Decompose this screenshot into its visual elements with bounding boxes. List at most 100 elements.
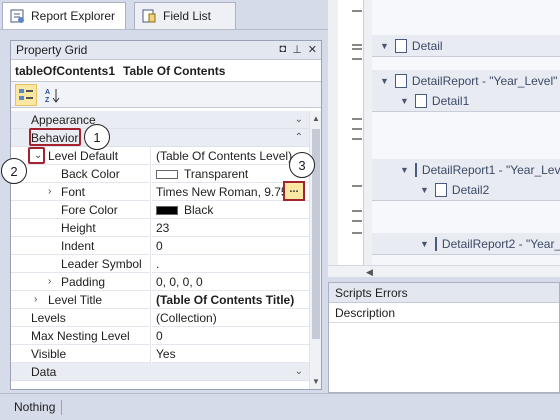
collapse-triangle-icon[interactable]: ▼: [400, 96, 409, 106]
band-icon: [394, 73, 407, 88]
expand-chevron-icon[interactable]: ›: [34, 291, 37, 309]
chevron-up-icon: ⌃: [294, 132, 303, 143]
property-value[interactable]: (Collection): [152, 309, 309, 327]
band-label: DetailReport - "Year_Level": [411, 73, 558, 88]
tab-field-list-label: Field List: [163, 9, 212, 23]
property-value[interactable]: (Table Of Contents Title): [152, 291, 309, 309]
band-icon: [414, 93, 427, 108]
description-column-header[interactable]: Description: [329, 303, 559, 323]
band-detail[interactable]: ▼ Detail: [372, 35, 560, 57]
property-row-height[interactable]: Height 23: [11, 219, 309, 237]
property-grid-toolbar: AZ: [11, 82, 321, 108]
collapse-triangle-icon[interactable]: ▼: [380, 76, 389, 86]
report-designer-surface: ▼ Detail ▼ DetailReport - "Year_Level" ▼…: [328, 0, 560, 265]
scripts-errors-panel: Scripts Errors Description: [328, 282, 560, 393]
callout-1: 1: [84, 124, 110, 150]
expand-chevron-icon[interactable]: ›: [48, 273, 51, 291]
scroll-left-icon[interactable]: ◀: [366, 266, 373, 278]
property-value[interactable]: .: [152, 255, 309, 273]
property-row-font[interactable]: Font › Times New Roman, 9.75pt: [11, 183, 309, 201]
color-value: Transparent: [184, 167, 249, 181]
close-icon[interactable]: ✕: [308, 43, 317, 56]
collapse-triangle-icon[interactable]: ▼: [400, 165, 409, 175]
property-value[interactable]: 23: [152, 219, 309, 237]
scripts-errors-title: Scripts Errors: [329, 283, 559, 303]
category-label: Data: [11, 363, 309, 381]
property-value[interactable]: 0: [152, 327, 309, 345]
property-grid-scrollbar[interactable]: ▲ ▼: [309, 111, 321, 389]
collapse-triangle-icon[interactable]: ▼: [380, 41, 389, 51]
top-tab-strip: Report Explorer Field List: [0, 0, 328, 30]
report-explorer-icon: [9, 8, 25, 24]
property-row-back-color[interactable]: Back Color Transparent: [11, 165, 309, 183]
pin-icon[interactable]: ⊥: [292, 43, 302, 56]
band-detail-report2[interactable]: ▼ DetailReport2 - "Year_: [372, 233, 560, 255]
property-row-leader-symbol[interactable]: Leader Symbol .: [11, 255, 309, 273]
selected-object-bar[interactable]: tableOfContents1 Table Of Contents: [11, 60, 321, 82]
alphabetical-sort-button[interactable]: AZ: [41, 84, 63, 106]
expand-chevron-icon[interactable]: ›: [48, 183, 51, 201]
band-detail-report[interactable]: ▼ DetailReport - "Year_Level": [372, 70, 560, 92]
color-value: Black: [184, 203, 214, 217]
left-dock: Report Explorer Field List Property Grid…: [0, 0, 328, 393]
property-name: Back Color: [11, 165, 151, 183]
band-detail-report1[interactable]: ▼ DetailReport1 - "Year_Level: [372, 159, 560, 181]
band-label: DetailReport2 - "Year_: [441, 236, 560, 251]
band-label: Detail: [411, 38, 443, 53]
object-name: tableOfContents1: [15, 63, 116, 78]
band-label: Detail1: [431, 93, 470, 108]
property-name: Indent: [11, 237, 151, 255]
property-value[interactable]: Black: [152, 201, 309, 219]
status-text: Nothing: [14, 400, 56, 414]
tab-report-explorer-label: Report Explorer: [31, 9, 116, 23]
property-row-levels[interactable]: Levels (Collection): [11, 309, 309, 327]
band-icon: [394, 38, 407, 53]
property-grid-title: Property Grid: [16, 43, 88, 57]
band-detail2[interactable]: ▼ Detail2: [372, 179, 560, 201]
property-name: Fore Color: [11, 201, 151, 219]
collapse-triangle-icon[interactable]: ▼: [420, 185, 429, 195]
property-row-level-default[interactable]: Level Default ⌄ (Table Of Contents Level…: [11, 147, 309, 165]
band-icon: [434, 182, 447, 197]
collapse-triangle-icon[interactable]: ▼: [420, 239, 429, 249]
vertical-ruler: [338, 0, 364, 265]
field-list-icon: [141, 8, 157, 24]
property-name: Levels: [11, 309, 151, 327]
tab-report-explorer[interactable]: Report Explorer: [2, 2, 126, 29]
panel-menu-icon[interactable]: ◘: [280, 43, 287, 56]
property-value[interactable]: Yes: [152, 345, 309, 363]
property-row-padding[interactable]: Padding › 0, 0, 0, 0: [11, 273, 309, 291]
callout-2: 2: [1, 158, 27, 184]
property-row-max-nesting-level[interactable]: Max Nesting Level 0: [11, 327, 309, 345]
band-icon: [414, 162, 417, 177]
band-detail1[interactable]: ▼ Detail1: [372, 90, 560, 112]
scroll-up-icon[interactable]: ▲: [312, 114, 320, 123]
expander-highlight-box: [28, 147, 45, 164]
status-separator: [61, 400, 62, 415]
property-value[interactable]: 0: [152, 237, 309, 255]
property-value[interactable]: (Table Of Contents Level): [152, 147, 309, 165]
property-row-visible[interactable]: Visible Yes: [11, 345, 309, 363]
svg-text:A: A: [45, 89, 50, 96]
font-ellipsis-button[interactable]: ...: [283, 181, 305, 201]
callout-3: 3: [289, 152, 315, 178]
property-row-indent[interactable]: Indent 0: [11, 237, 309, 255]
property-name: Max Nesting Level: [11, 327, 151, 345]
band-area: ▼ Detail ▼ DetailReport - "Year_Level" ▼…: [372, 0, 560, 265]
property-grid-panel: Property Grid ◘ ⊥ ✕ tableOfContents1 Tab…: [10, 40, 322, 390]
designer-horizontal-scrollbar[interactable]: ◀: [328, 265, 560, 277]
property-value[interactable]: 0, 0, 0, 0: [152, 273, 309, 291]
property-row-level-title[interactable]: Level Title › (Table Of Contents Title): [11, 291, 309, 309]
object-type: Table Of Contents: [123, 63, 226, 78]
property-name: Height: [11, 219, 151, 237]
band-label: DetailReport1 - "Year_Level: [421, 162, 560, 177]
tab-field-list[interactable]: Field List: [134, 2, 236, 29]
scroll-down-icon[interactable]: ▼: [312, 377, 320, 386]
category-label: Appearance: [11, 111, 309, 129]
category-data[interactable]: Data ⌄: [11, 363, 309, 381]
categorized-view-button[interactable]: [15, 83, 37, 106]
property-row-fore-color[interactable]: Fore Color Black: [11, 201, 309, 219]
band-icon: [434, 236, 437, 251]
property-name: Font: [11, 183, 151, 201]
category-appearance[interactable]: Appearance ⌄: [11, 111, 309, 129]
